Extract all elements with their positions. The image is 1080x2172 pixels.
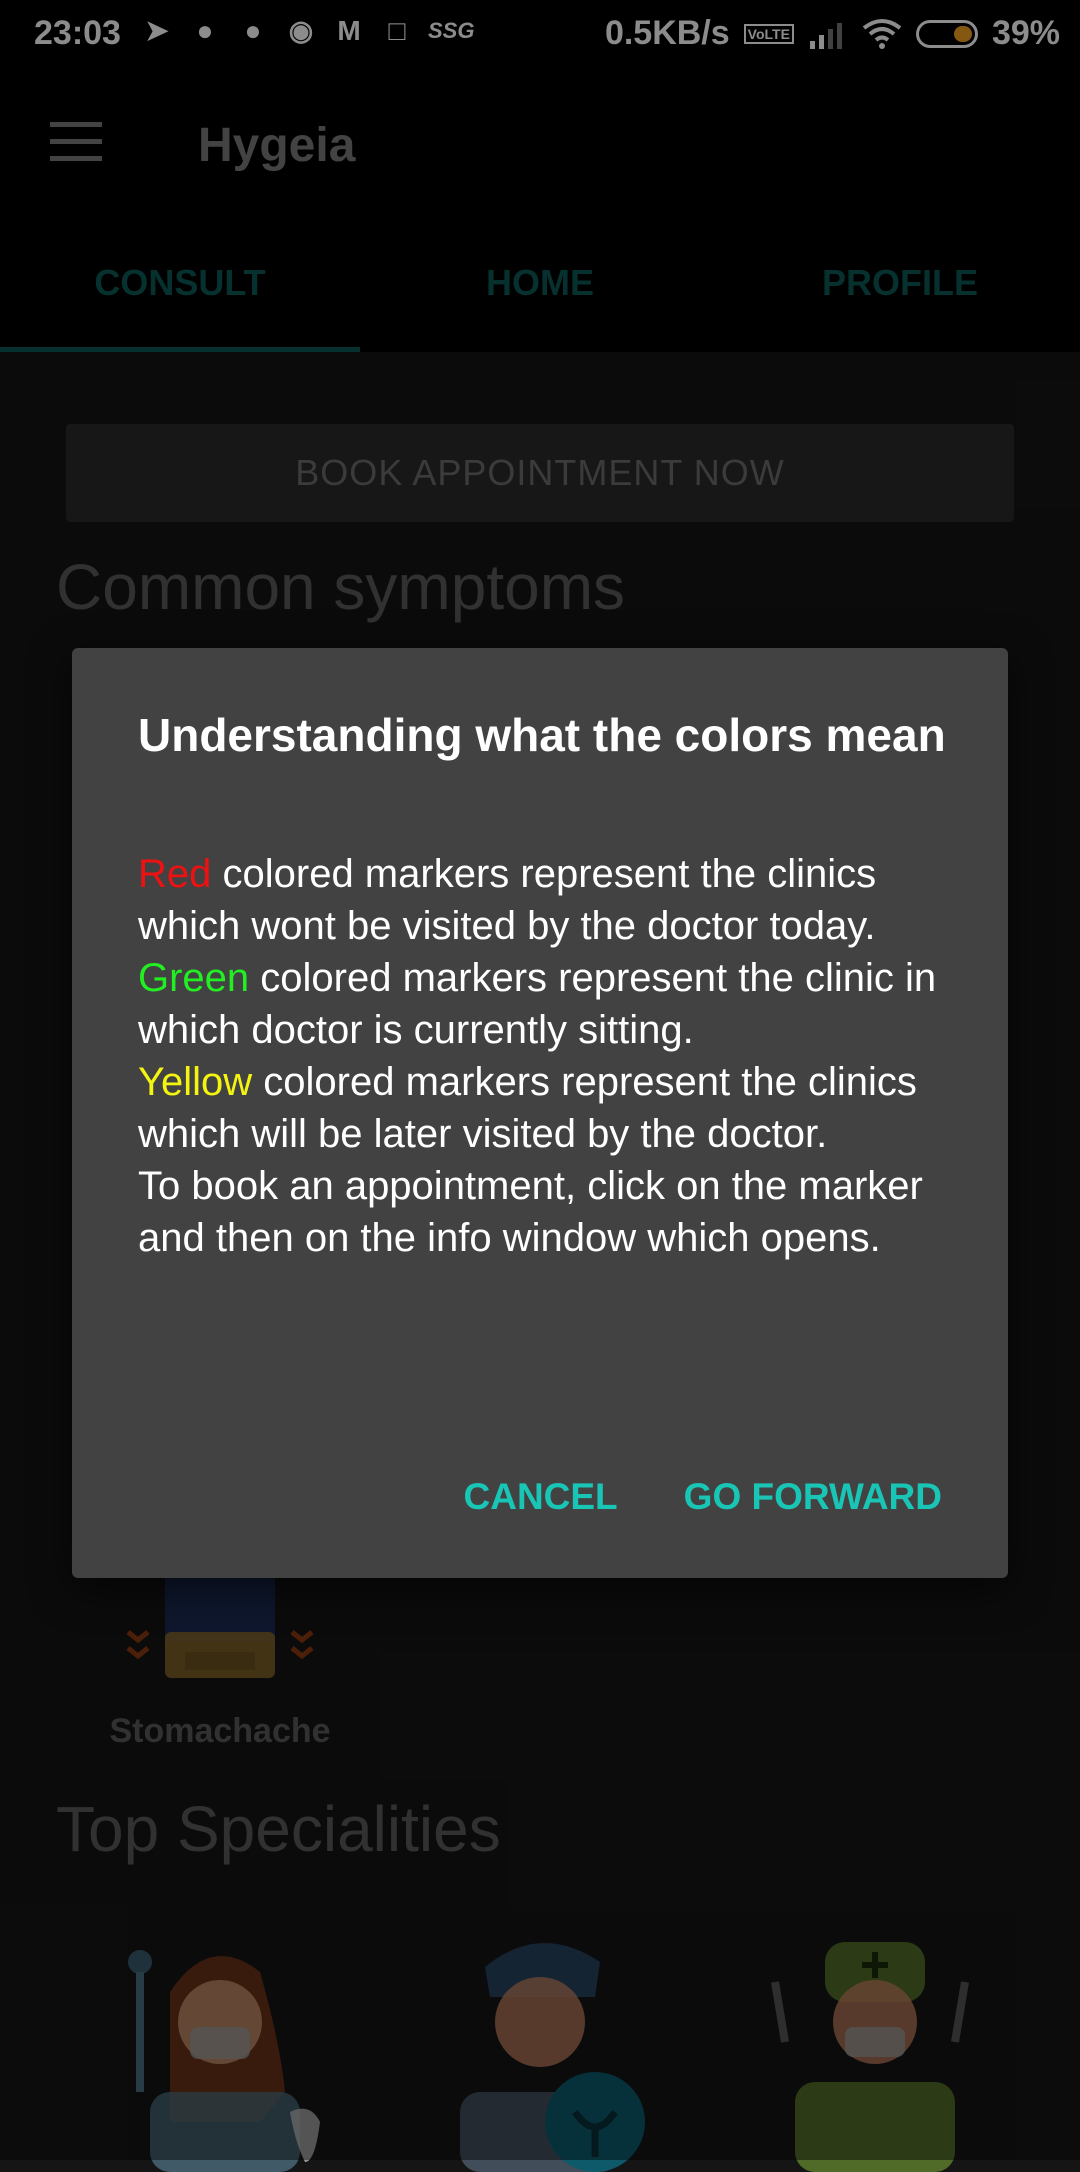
go-forward-button[interactable]: GO FORWARD: [684, 1476, 942, 1518]
dialog-message: Red colored markers represent the clinic…: [138, 848, 968, 1264]
green-word: Green: [138, 956, 250, 1000]
colors-info-dialog: Understanding what the colors mean Red c…: [72, 648, 1008, 1578]
cancel-button[interactable]: CANCEL: [464, 1476, 618, 1518]
red-description: colored markers represent the clinics wh…: [138, 852, 877, 948]
booking-instructions: To book an appointment, click on the mar…: [138, 1164, 923, 1260]
yellow-word: Yellow: [138, 1060, 253, 1104]
red-word: Red: [138, 852, 212, 896]
green-description: colored markers represent the clinic in …: [138, 956, 937, 1052]
yellow-description: colored markers represent the clinics wh…: [138, 1060, 917, 1156]
dialog-title: Understanding what the colors mean: [138, 709, 946, 761]
